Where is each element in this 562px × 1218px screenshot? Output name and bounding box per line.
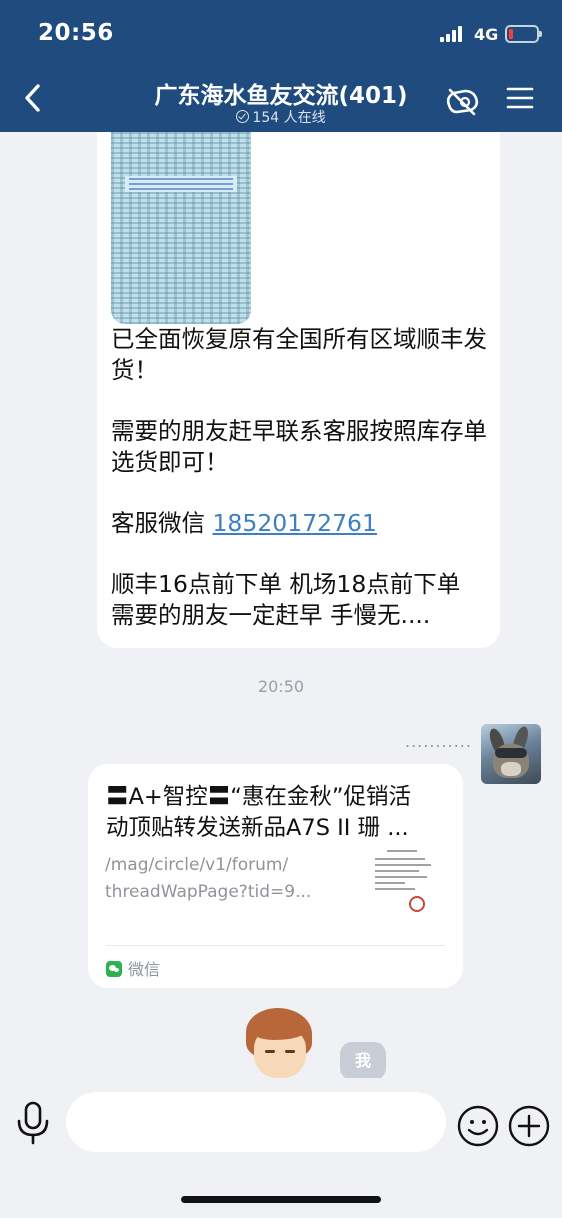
message-paragraph: 已全面恢复原有全国所有区域顺丰发货！ bbox=[111, 325, 487, 384]
seal-icon bbox=[409, 896, 425, 912]
status-bar: 20:56 4G bbox=[0, 0, 562, 66]
mic-icon[interactable] bbox=[14, 1100, 52, 1146]
wechat-icon bbox=[106, 961, 122, 977]
shared-link-card[interactable]: 〓A+智控〓“惠在金秋”促销活 动顶贴转发送新品A7S II 珊 ... /ma… bbox=[88, 764, 463, 988]
network-type: 4G bbox=[474, 25, 499, 44]
wechat-label: 客服微信 bbox=[111, 509, 213, 537]
avatar[interactable] bbox=[481, 724, 541, 784]
message-paragraph: 顺丰16点前下单 机场18点前下单 需要的朋友一定赶早 手慢无.... bbox=[111, 570, 461, 629]
message-input[interactable] bbox=[66, 1092, 446, 1152]
chat-list[interactable]: 已全面恢复原有全国所有区域顺丰发货！ 需要的朋友赶早联系客服按照库存单选货即可！… bbox=[0, 132, 562, 1078]
sender-name: ........... bbox=[405, 732, 472, 751]
emoji-icon[interactable] bbox=[456, 1104, 500, 1148]
card-source-label: 微信 bbox=[128, 960, 161, 979]
battery-icon bbox=[505, 25, 542, 43]
sticker-image[interactable] bbox=[240, 1006, 320, 1078]
signal-icon bbox=[440, 26, 466, 42]
check-circle-icon bbox=[236, 110, 250, 123]
online-count-label: 154 人在线 bbox=[252, 110, 326, 126]
stock-list-image[interactable] bbox=[111, 132, 251, 324]
message-bubble[interactable]: 已全面恢复原有全国所有区域顺丰发货！ 需要的朋友赶早联系客服按照库存单选货即可！… bbox=[97, 132, 500, 648]
phone-link[interactable]: 18520172761 bbox=[212, 509, 376, 537]
plus-icon[interactable] bbox=[507, 1104, 551, 1148]
card-url-line: threadWapPage?tid=9... bbox=[105, 882, 312, 902]
card-thumbnail bbox=[371, 848, 443, 922]
card-title-line: 动顶贴转发送新品A7S II 珊 ... bbox=[106, 815, 409, 841]
home-indicator[interactable] bbox=[181, 1196, 381, 1203]
card-source: 微信 bbox=[106, 956, 160, 980]
wechat-contact: 客服微信 18520172761 bbox=[111, 508, 491, 539]
chat-header: 广东海水鱼友交流(401) 154 人在线 bbox=[0, 66, 562, 132]
card-divider bbox=[106, 945, 445, 946]
card-url: /mag/circle/v1/forum/ threadWapPage?tid=… bbox=[105, 852, 325, 906]
card-title: 〓A+智控〓“惠在金秋”促销活 动顶贴转发送新品A7S II 珊 ... bbox=[106, 782, 451, 844]
status-time: 20:56 bbox=[38, 20, 114, 46]
message-paragraph: 需要的朋友赶早联系客服按照库存单选货即可！ bbox=[111, 417, 487, 476]
menu-icon[interactable] bbox=[506, 86, 534, 110]
card-url-line: /mag/circle/v1/forum/ bbox=[105, 855, 289, 875]
message-timestamp: 20:50 bbox=[257, 677, 305, 696]
message-text: 已全面恢复原有全国所有区域顺丰发货！ 需要的朋友赶早联系客服按照库存单选货即可！… bbox=[111, 324, 491, 631]
card-title-line: 〓A+智控〓“惠在金秋”促销活 bbox=[106, 784, 412, 810]
me-badge: 我 bbox=[340, 1042, 386, 1078]
mute-icon[interactable] bbox=[443, 85, 481, 117]
